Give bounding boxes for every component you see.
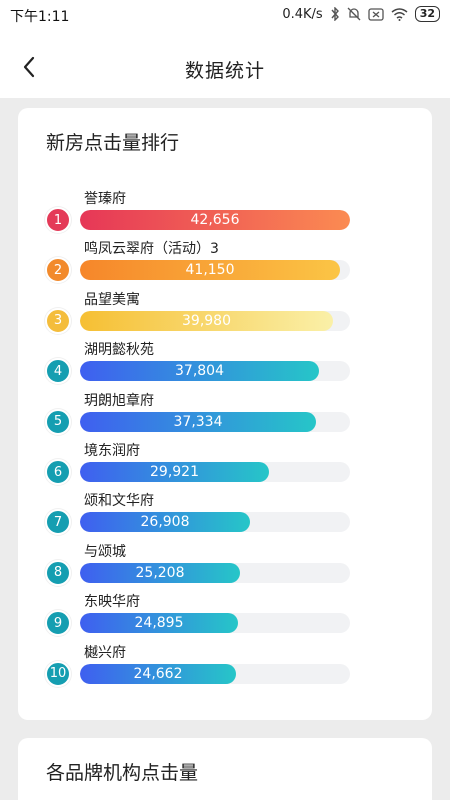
rank-project-name: 鸣凤云翠府（活动）3 [84, 241, 219, 258]
battery-indicator: 32 [414, 6, 440, 22]
click-count-value: 37,804 [175, 363, 224, 380]
rank-badge: 10 [45, 660, 71, 687]
click-bar-track: 25,208 [80, 562, 350, 583]
rank-badge: 7 [45, 509, 71, 536]
rank-badge: 9 [45, 610, 71, 637]
rank-badge: 8 [45, 559, 71, 586]
click-count-value: 25,208 [135, 564, 185, 581]
rank-badge: 5 [45, 408, 71, 435]
click-bar-track: 41,150 [80, 260, 350, 281]
click-count-value: 37,334 [173, 413, 223, 430]
rank-badge: 3 [45, 307, 71, 334]
status-icons: 0.4K/s 32 [282, 6, 440, 22]
rank-row[interactable]: 3 品望美寓 39,980 [18, 286, 432, 336]
rank-badge: 4 [45, 358, 71, 385]
brand-title: 各品牌机构点击量 [46, 762, 199, 784]
status-time: 下午1:11 [10, 9, 70, 25]
brand-card: 各品牌机构点击量 [18, 738, 432, 800]
network-speed: 0.4K/s [282, 6, 323, 22]
page-title: 数据统计 [184, 60, 265, 82]
rank-row[interactable]: 8 与颂城 25,208 [18, 538, 432, 588]
click-bar-track: 24,895 [80, 613, 350, 634]
ranking-title: 新房点击量排行 [46, 132, 180, 154]
click-count-value: 29,921 [150, 464, 199, 480]
click-count-value: 39,980 [182, 312, 231, 329]
rank-badge: 2 [45, 257, 71, 284]
click-count-value: 26,908 [140, 514, 190, 531]
click-bar-track: 26,908 [80, 512, 350, 533]
wifi-icon [391, 7, 408, 21]
click-bar-track: 37,334 [80, 411, 350, 432]
click-bar-track: 37,804 [80, 361, 350, 382]
bluetooth-icon [330, 7, 340, 21]
rank-project-name: 境东润府 [84, 443, 140, 459]
rank-project-name: 东映华府 [84, 594, 140, 611]
rank-project-name: 湖明懿秋苑 [84, 342, 154, 359]
rank-row[interactable]: 6 境东润府 29,921 [18, 437, 432, 487]
rank-project-name: 樾兴府 [84, 644, 126, 661]
status-bar: 下午1:11 0.4K/s 32 [0, 0, 450, 34]
click-bar-track: 29,921 [80, 462, 350, 482]
click-count-value: 24,662 [133, 665, 183, 682]
rank-project-name: 誉瑧府 [84, 191, 126, 207]
ranking-card: 新房点击量排行 1 誉瑧府 42,656 2 鸣凤云翠府（活动）3 41,150 3 品望美寓… [18, 108, 432, 720]
rank-project-name: 品望美寓 [84, 291, 140, 308]
rank-project-name: 颂和文华府 [84, 493, 154, 510]
rank-project-name: 玥朗旭章府 [84, 392, 154, 409]
rank-row[interactable]: 2 鸣凤云翠府（活动）3 41,150 [18, 235, 432, 285]
rank-badge: 1 [45, 207, 71, 233]
click-bar-track: 39,980 [80, 310, 350, 331]
rank-project-name: 与颂城 [84, 543, 126, 560]
nav-bar: 数据统计 [0, 34, 450, 98]
click-bar-track: 24,662 [80, 663, 350, 684]
rank-row[interactable]: 9 东映华府 24,895 [18, 588, 432, 638]
rank-row[interactable]: 10 樾兴府 24,662 [18, 639, 432, 689]
sim-off-icon [368, 7, 384, 21]
rank-row[interactable]: 5 玥朗旭章府 37,334 [18, 387, 432, 437]
rank-row[interactable]: 1 誉瑧府 42,656 [18, 185, 432, 235]
click-count-value: 41,150 [185, 262, 235, 279]
click-count-value: 24,895 [134, 615, 184, 632]
rank-badge: 6 [45, 459, 71, 485]
click-bar-track: 42,656 [80, 210, 350, 230]
rank-row[interactable]: 7 颂和文华府 26,908 [18, 487, 432, 537]
content-area[interactable]: 新房点击量排行 1 誉瑧府 42,656 2 鸣凤云翠府（活动）3 41,150 3 品望美寓… [0, 98, 450, 800]
mute-bell-icon [347, 7, 361, 21]
click-count-value: 42,656 [190, 212, 240, 228]
rank-row[interactable]: 4 湖明懿秋苑 37,804 [18, 336, 432, 386]
